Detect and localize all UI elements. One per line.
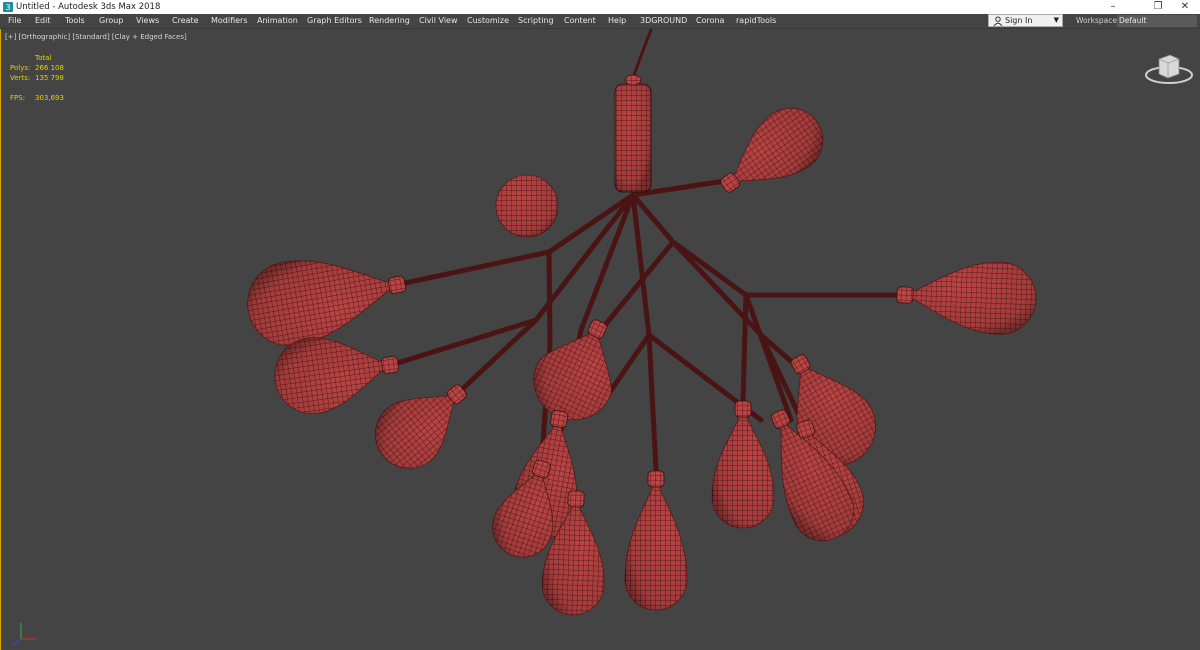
- arm-1: [393, 249, 552, 288]
- arm-7: [630, 192, 652, 338]
- menu-graph-editors[interactable]: Graph Editors: [307, 14, 362, 28]
- menu-views[interactable]: Views: [136, 14, 159, 28]
- globe-bulb[interactable]: [495, 174, 559, 238]
- menu-animation[interactable]: Animation: [257, 14, 298, 28]
- close-button[interactable]: ✕: [1170, 0, 1200, 14]
- verts-label: Verts:: [10, 74, 31, 82]
- menu-civil-view[interactable]: Civil View: [419, 14, 458, 28]
- viewport[interactable]: [+] [Orthographic] [Standard] [Clay + Ed…: [0, 29, 1200, 650]
- menu-help[interactable]: Help: [608, 14, 626, 28]
- menu-customize[interactable]: Customize: [467, 14, 509, 28]
- menu-edit[interactable]: Edit: [35, 14, 51, 28]
- minimize-button[interactable]: –: [1098, 0, 1128, 14]
- polys-value: 266 108: [35, 64, 64, 72]
- chevron-down-icon: ▼: [1053, 16, 1059, 24]
- menu-3dground[interactable]: 3DGROUND: [640, 14, 687, 28]
- viewport-label-menu[interactable]: [+] [Orthographic] [Standard] [Clay + Ed…: [5, 33, 187, 41]
- stats-total-label: Total: [35, 54, 52, 62]
- bulb-left-1[interactable]: [241, 244, 407, 353]
- menu-file[interactable]: File: [8, 14, 21, 28]
- menu-scripting[interactable]: Scripting: [518, 14, 554, 28]
- arm-16: [740, 292, 749, 403]
- window-title: Untitled - Autodesk 3ds Max 2018: [16, 2, 161, 12]
- restore-button[interactable]: ❐: [1143, 0, 1173, 14]
- bulb-top-right[interactable]: [713, 96, 836, 209]
- bulb-right-2[interactable]: [711, 400, 775, 529]
- bulb-low-4[interactable]: [624, 470, 688, 611]
- menu-rapidtools[interactable]: rapidTools: [736, 14, 776, 28]
- sign-in-dropdown[interactable]: Sign In ▼: [988, 14, 1063, 27]
- menu-group[interactable]: Group: [99, 14, 123, 28]
- menu-rendering[interactable]: Rendering: [369, 14, 410, 28]
- menu-create[interactable]: Create: [172, 14, 199, 28]
- axis-tripod-icon: [12, 623, 36, 646]
- fps-value: 303,693: [35, 94, 64, 102]
- user-icon: [993, 16, 1003, 26]
- polys-label: Polys:: [10, 64, 31, 72]
- hanging-cable: [631, 29, 653, 80]
- sign-in-label: Sign In: [1005, 16, 1033, 25]
- menu-content[interactable]: Content: [564, 14, 596, 28]
- app-icon: 3: [3, 2, 13, 12]
- workspaces-select[interactable]: Default: [1117, 15, 1197, 27]
- verts-value: 135 798: [35, 74, 64, 82]
- scene-render[interactable]: [1, 29, 1199, 650]
- menu-modifiers[interactable]: Modifiers: [211, 14, 248, 28]
- arm-13: [670, 239, 764, 338]
- viewcube-icon[interactable]: [1143, 49, 1195, 89]
- svg-text:3: 3: [5, 3, 10, 12]
- canopy[interactable]: [614, 74, 652, 193]
- title-bar: 3 Untitled - Autodesk 3ds Max 2018 – ❐ ✕: [0, 0, 1200, 14]
- menu-corona[interactable]: Corona: [696, 14, 724, 28]
- bulb-center[interactable]: [521, 313, 634, 433]
- fps-label: FPS:: [10, 94, 26, 102]
- menu-tools[interactable]: Tools: [65, 14, 85, 28]
- bulb-right-1[interactable]: [896, 259, 1037, 335]
- arm-9: [646, 332, 659, 473]
- bulb-left-3[interactable]: [361, 369, 477, 482]
